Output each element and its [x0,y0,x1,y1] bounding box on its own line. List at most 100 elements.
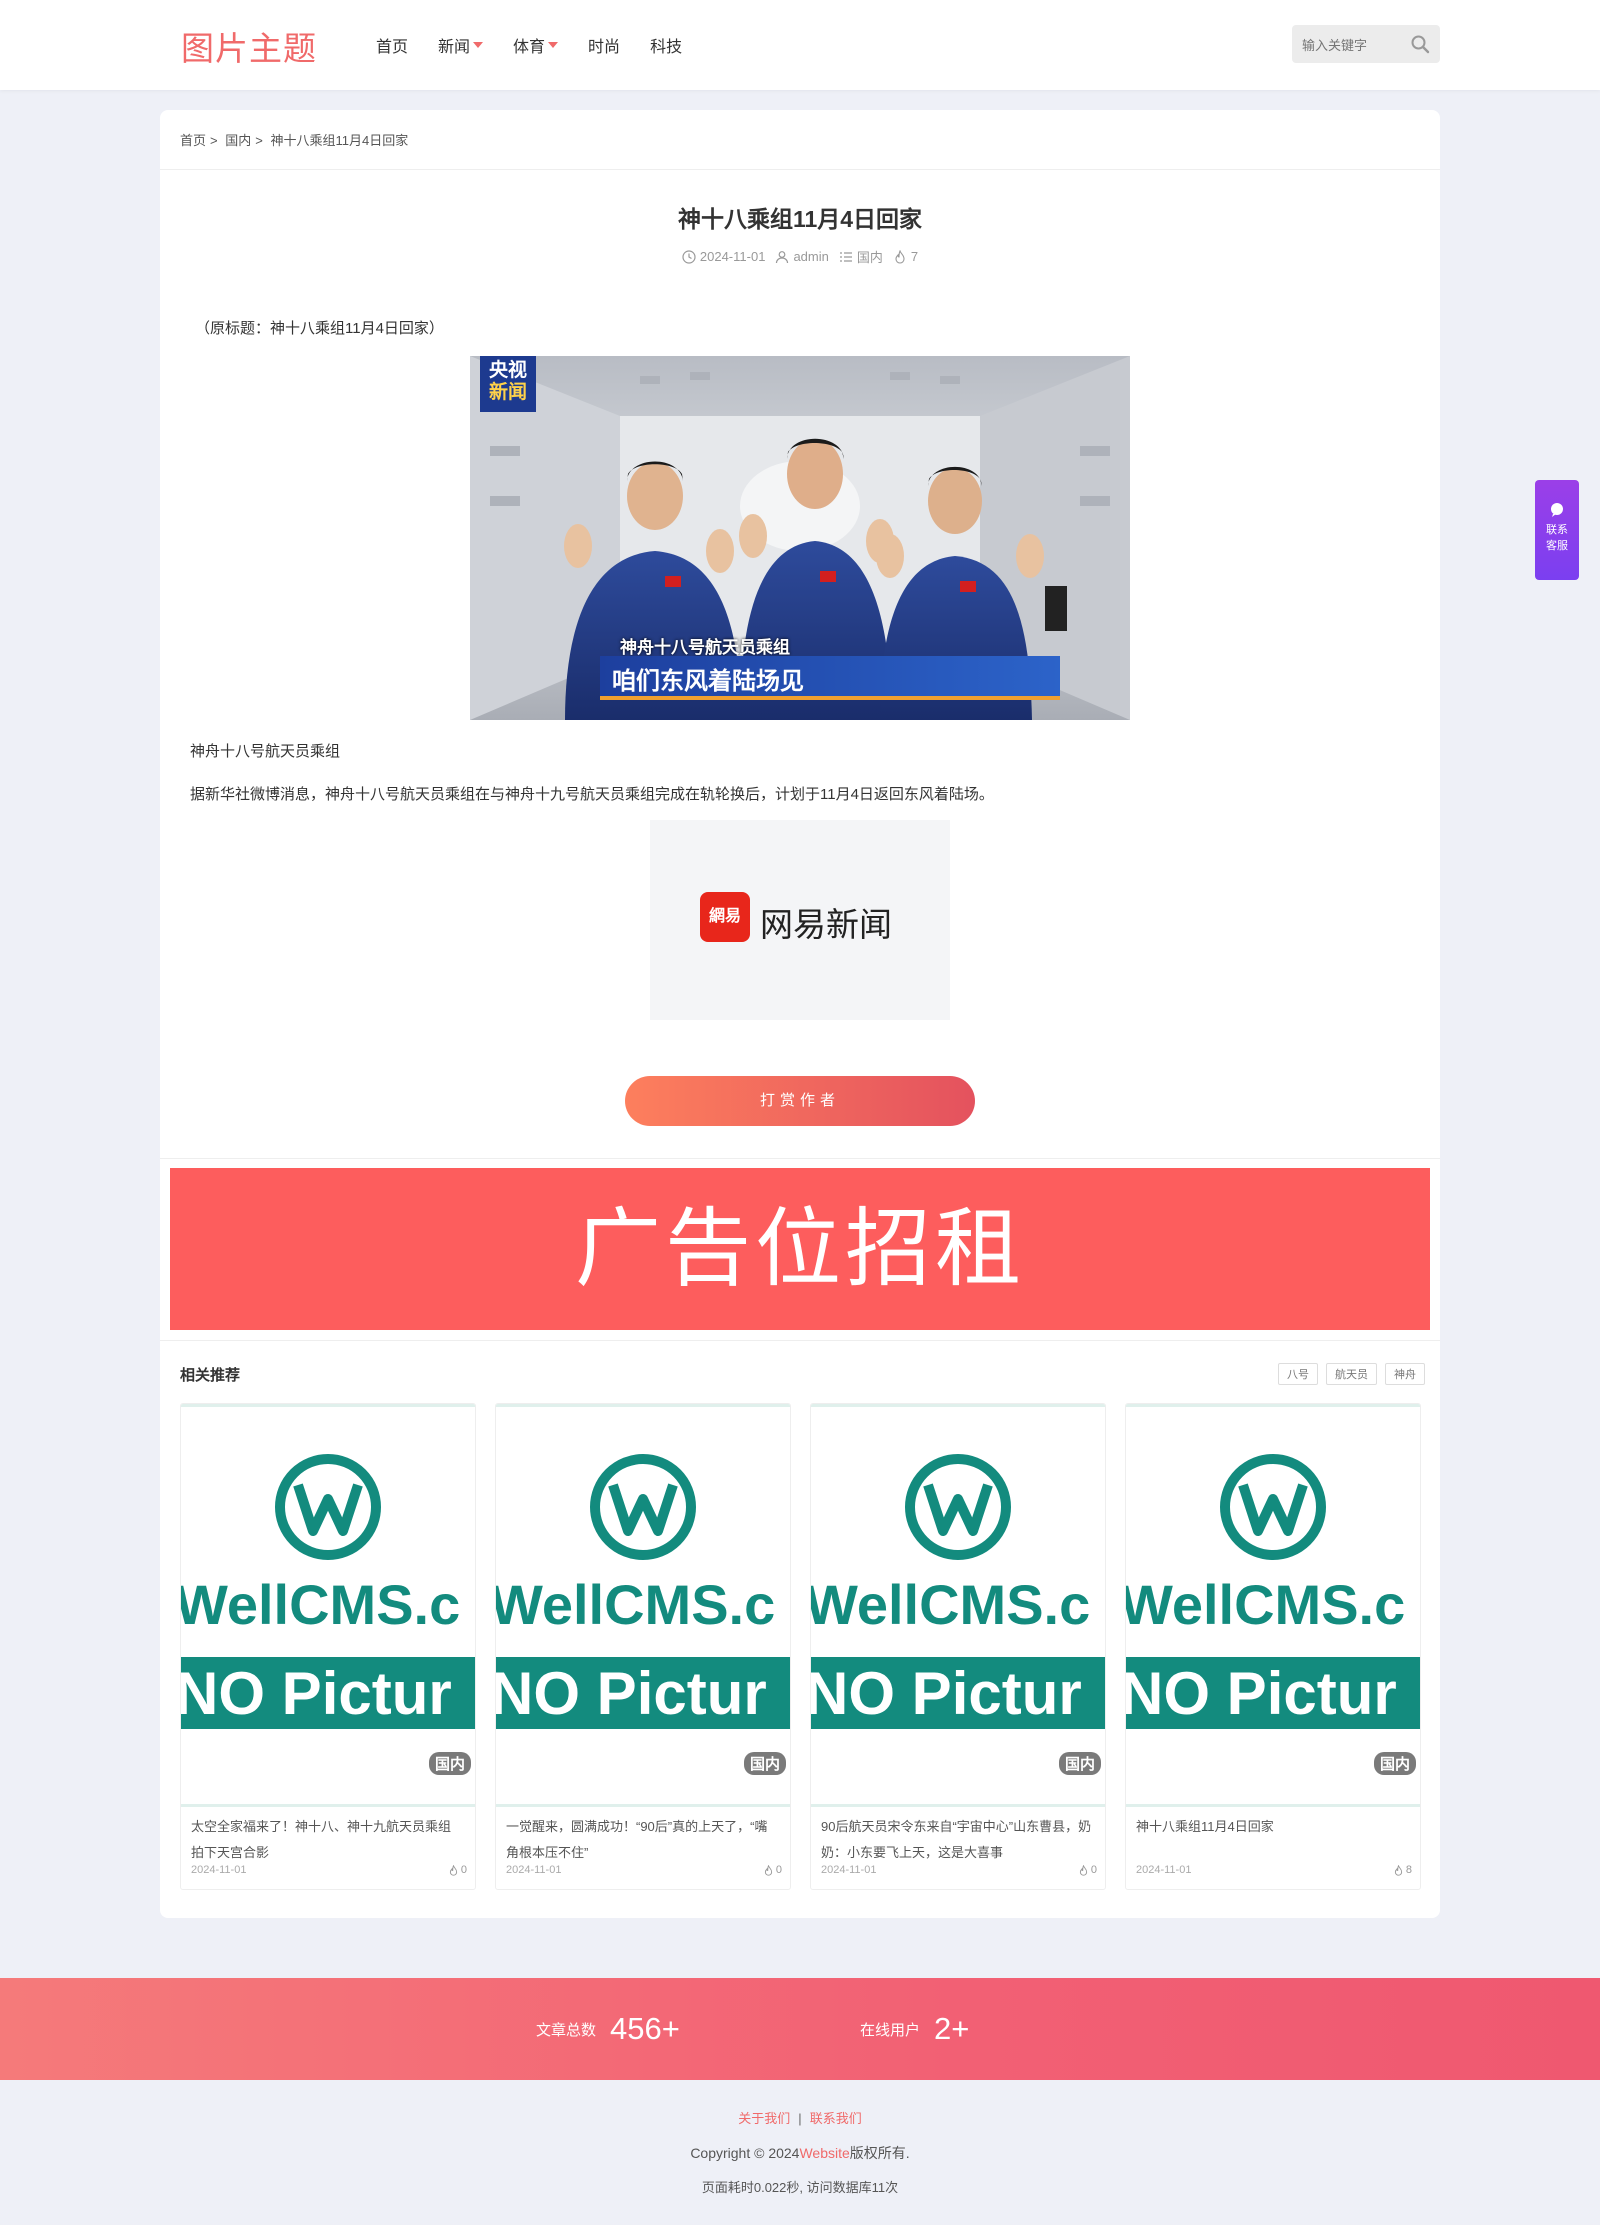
placeholder-line2: NO Pictur [811,1660,1082,1727]
customer-service-button[interactable]: 联系 客服 [1535,480,1579,580]
caret-down-icon [548,42,559,48]
no-picture-placeholder: WellCMS.c NO Pictur 国内 [496,1404,790,1807]
netease-news-logo: 網易 网易新闻 [650,820,950,1020]
ad-text: 广告位招租 [575,1201,1025,1297]
tag-link[interactable]: 神舟 [1385,1363,1425,1385]
flame-icon [764,1864,772,1876]
related-item-hits: 8 [1393,1864,1412,1876]
caret-down-icon [473,42,484,48]
tag-link[interactable]: 航天员 [1326,1363,1377,1385]
nav-item-home[interactable]: 首页 [376,33,408,57]
main-nav: 首页 新闻 体育 时尚 科技 [376,0,712,90]
related-item-title[interactable]: 90后航天员宋令东来自“宇宙中心”山东曹县，奶奶：小东要飞上天，这是大喜事 [821,1814,1093,1866]
no-picture-placeholder: WellCMS.c NO Pictur 国内 [811,1404,1105,1807]
nav-label: 首页 [376,39,409,56]
photo-caption-big: 咱们东风着陆场见 [612,668,804,695]
placeholder-line1: WellCMS.c [496,1573,776,1636]
related-card[interactable]: WellCMS.c NO Pictur 国内 90后航天员宋令东来自“宇宙中心”… [810,1403,1106,1890]
related-item-title[interactable]: 太空全家福来了！神十八、神十九航天员乘组拍下天宫合影 [191,1814,463,1866]
nav-item-news[interactable]: 新闻 [438,33,484,57]
nav-item-tech[interactable]: 科技 [650,33,682,57]
divider [160,1158,1440,1159]
contact-label-2: 客服 [1546,540,1568,552]
related-title: 相关推荐 [180,1367,241,1384]
placeholder-line1: WellCMS.c [1126,1573,1406,1636]
meta-hits: 7 [893,247,918,266]
related-item-hits: 0 [448,1864,467,1876]
related-item-title[interactable]: 神十八乘组11月4日回家 [1136,1814,1408,1840]
no-picture-placeholder: WellCMS.c NO Pictur 国内 [1126,1404,1420,1807]
breadcrumb-home[interactable]: 首页 [180,133,206,148]
meta-author-text[interactable]: admin [793,249,828,264]
article-body: 据新华社微博消息，神舟十八号航天员乘组在与神舟十九号航天员乘组完成在轨轮换后，计… [190,786,994,803]
meta-author: admin [775,247,829,266]
user-icon [776,250,789,263]
tv-logo: 央视 新闻 [480,360,536,404]
related-card[interactable]: WellCMS.c NO Pictur 国内 太空全家福来了！神十八、神十九航天… [180,1403,476,1890]
search-box [1292,25,1440,65]
copyright-prefix: Copyright © 2024 [690,2145,800,2161]
related-card[interactable]: WellCMS.c NO Pictur 国内 神十八乘组11月4日回家 2024… [1125,1403,1421,1890]
nav-item-sports[interactable]: 体育 [513,33,559,57]
article-card: 首页 > 国内 > 神十八乘组11月4日回家 神十八乘组11月4日回家 2024-1… [160,110,1440,1918]
placeholder-line2: NO Pictur [496,1660,767,1727]
hits-count: 0 [460,1864,467,1876]
related-item-title[interactable]: 一觉醒来，圆满成功！“90后”真的上天了，“嘴角根本压不住” [506,1814,778,1866]
footer-links: 关于我们 | 联系我们 [0,2108,1600,2127]
stats-bar: 文章总数 456+ 在线用户 2+ [0,1978,1600,2080]
search-icon[interactable] [1410,34,1430,54]
meta-category: 国内 [839,247,883,266]
search-input[interactable] [1300,25,1404,65]
divider [160,169,1440,170]
copyright-site-link[interactable]: Website [799,2145,849,2161]
ad-banner[interactable]: 广告位招租 [170,1168,1430,1330]
clock-icon [682,249,696,264]
related-item-hits: 0 [1078,1864,1097,1876]
breadcrumb-separator: > [210,133,218,148]
tv-logo-bottom: 新闻 [488,382,527,403]
related-item-date: 2024-11-01 [821,1864,877,1876]
site-logo[interactable]: 图片主题 [181,22,317,70]
list-icon [839,251,852,262]
category-badge: 国内 [428,1752,471,1775]
footer-link-contact[interactable]: 联系我们 [810,2111,862,2126]
stat-value: 2+ [934,2011,970,2046]
breadcrumb-separator: > [255,133,263,148]
placeholder-line1: WellCMS.c [181,1573,461,1636]
category-badge: 国内 [1058,1752,1101,1775]
related-item-hits: 0 [763,1864,782,1876]
tv-logo-top: 央视 [488,360,527,381]
placeholder-line2: NO Pictur [1126,1660,1397,1727]
chat-bubble-icon [1551,503,1563,517]
meta-date-text: 2024-11-01 [699,249,766,264]
meta-category-text[interactable]: 国内 [857,247,883,266]
copyright-suffix: 版权所有. [849,2145,910,2161]
photo-caption-banner: 咱们东风着陆场见 [600,656,1060,700]
related-card[interactable]: WellCMS.c NO Pictur 国内 一觉醒来，圆满成功！“90后”真的… [495,1403,791,1890]
top-navbar: 图片主题 首页 新闻 体育 时尚 科技 [0,0,1600,90]
no-picture-placeholder: WellCMS.c NO Pictur 国内 [181,1404,475,1807]
stat-articles: 文章总数 456+ [536,1978,680,2080]
stat-label: 在线用户 [860,2021,921,2039]
stat-value: 456+ [610,2011,680,2046]
breadcrumb: 首页 > 国内 > 神十八乘组11月4日回家 [180,130,412,149]
reward-author-button[interactable]: 打赏作者 [625,1076,975,1126]
divider [160,1340,1440,1341]
flame-icon [449,1864,457,1876]
nav-label: 科技 [650,39,683,56]
placeholder-line2: NO Pictur [181,1660,452,1727]
hits-count: 0 [1090,1864,1097,1876]
category-badge: 国内 [1373,1752,1416,1775]
meta-hits-text: 7 [910,249,919,264]
article-title: 神十八乘组11月4日回家 [677,206,923,232]
nav-label: 新闻 [438,39,471,56]
footer-link-about[interactable]: 关于我们 [738,2111,790,2126]
tag-link[interactable]: 八号 [1278,1363,1318,1385]
flame-icon [1079,1864,1087,1876]
related-item-date: 2024-11-01 [191,1864,247,1876]
contact-label-1: 联系 [1546,524,1568,536]
breadcrumb-category[interactable]: 国内 [225,133,251,148]
nav-label: 时尚 [588,39,621,56]
nav-item-fashion[interactable]: 时尚 [588,33,620,57]
page-timing: 页面耗时0.022秒, 访问数据库11次 [701,2180,899,2195]
